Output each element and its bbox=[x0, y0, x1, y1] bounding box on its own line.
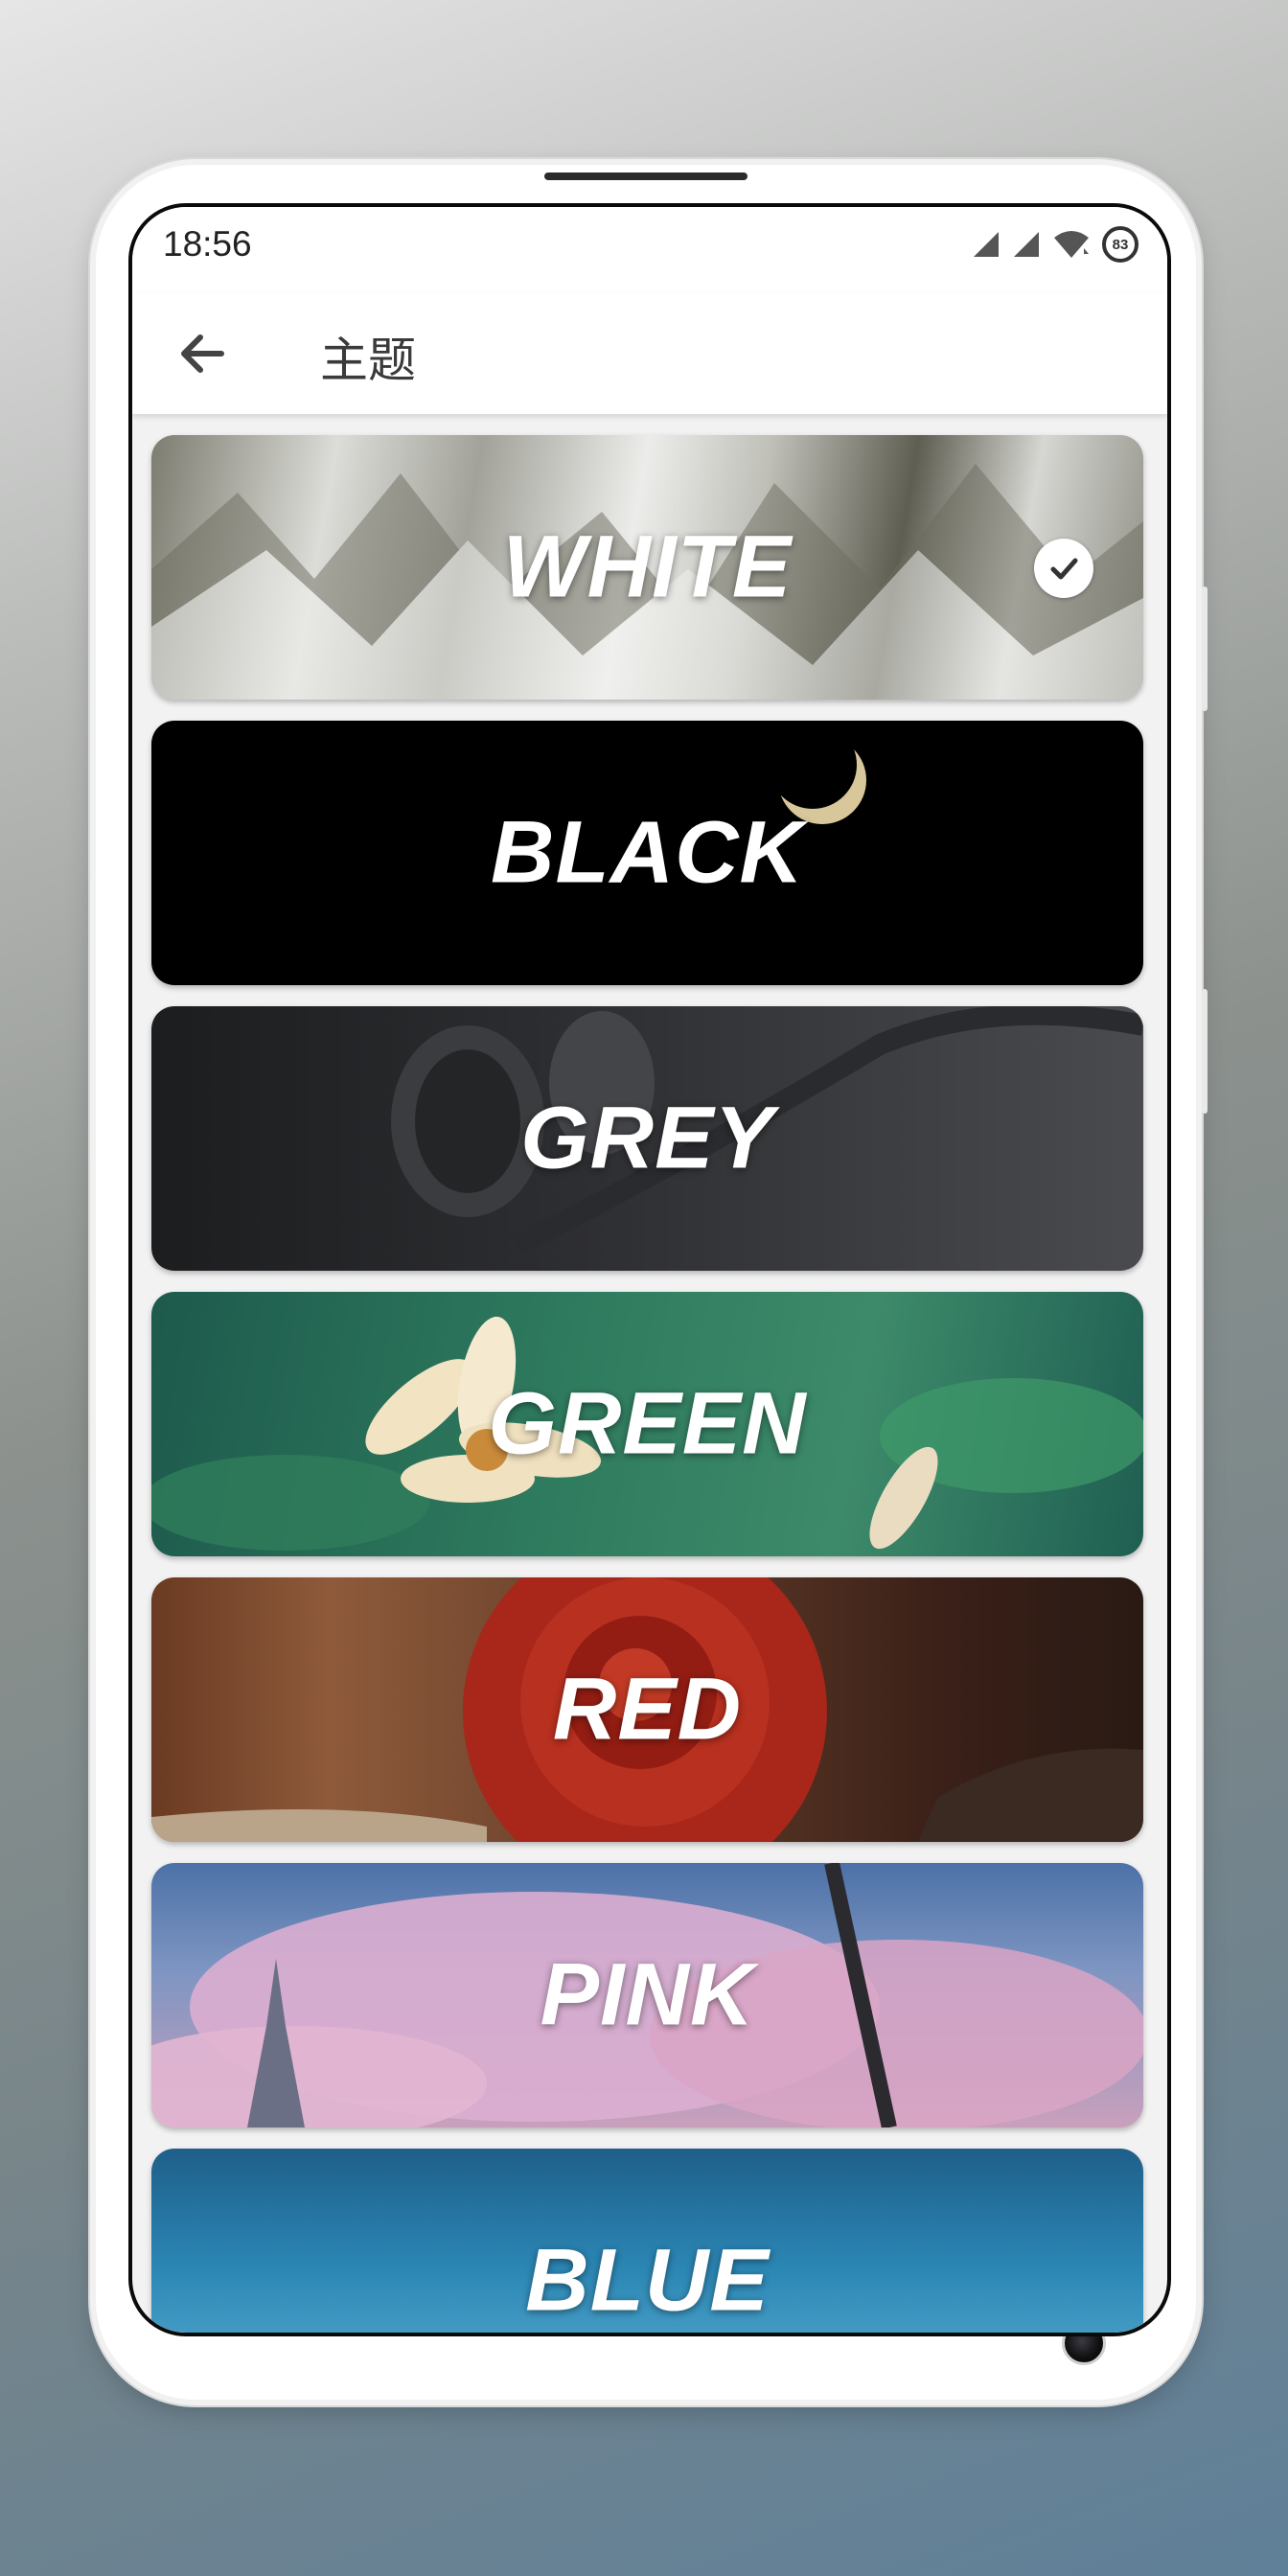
status-icons: 83 bbox=[972, 226, 1138, 263]
theme-label-red: RED bbox=[552, 1660, 743, 1759]
theme-label-white: WHITE bbox=[502, 518, 793, 616]
theme-label-grey: GREY bbox=[520, 1089, 774, 1187]
signal-icon bbox=[1014, 232, 1039, 257]
battery-icon: 83 bbox=[1102, 226, 1138, 263]
theme-card-grey[interactable]: GREY bbox=[151, 1006, 1143, 1271]
check-icon bbox=[1050, 558, 1078, 580]
theme-card-red[interactable]: RED bbox=[151, 1577, 1143, 1842]
page-title: 主题 bbox=[320, 333, 416, 388]
phone-frame: 18:56 83 主题 WHITE BLACK GREY GREEN RED P… bbox=[96, 165, 1208, 2400]
app-bar: 主题 bbox=[132, 293, 1167, 414]
back-button[interactable] bbox=[169, 320, 236, 387]
theme-card-green[interactable]: GREEN bbox=[151, 1292, 1143, 1556]
wifi-icon bbox=[1054, 231, 1089, 258]
theme-label-black: BLACK bbox=[491, 803, 804, 902]
power-button bbox=[1202, 989, 1208, 1114]
screen: 18:56 83 主题 WHITE BLACK GREY GREEN RED P… bbox=[128, 203, 1171, 2336]
theme-label-pink: PINK bbox=[540, 1945, 755, 2044]
status-time: 18:56 bbox=[163, 224, 252, 264]
arrow-left-icon bbox=[181, 334, 224, 373]
theme-card-pink[interactable]: PINK bbox=[151, 1863, 1143, 2128]
theme-list[interactable]: WHITE BLACK GREY GREEN RED PINK BLUE bbox=[132, 414, 1167, 2333]
theme-label-blue: BLUE bbox=[525, 2231, 770, 2330]
theme-card-blue[interactable]: BLUE bbox=[151, 2149, 1143, 2333]
earpiece-speaker bbox=[544, 172, 748, 180]
battery-level: 83 bbox=[1112, 236, 1129, 253]
theme-card-white[interactable]: WHITE bbox=[151, 435, 1143, 700]
theme-card-black[interactable]: BLACK bbox=[151, 721, 1143, 985]
status-bar: 18:56 83 bbox=[132, 207, 1167, 293]
theme-label-green: GREEN bbox=[488, 1374, 807, 1473]
signal-icon bbox=[974, 232, 999, 257]
check-circle-icon bbox=[1034, 539, 1093, 598]
volume-button bbox=[1202, 586, 1208, 711]
